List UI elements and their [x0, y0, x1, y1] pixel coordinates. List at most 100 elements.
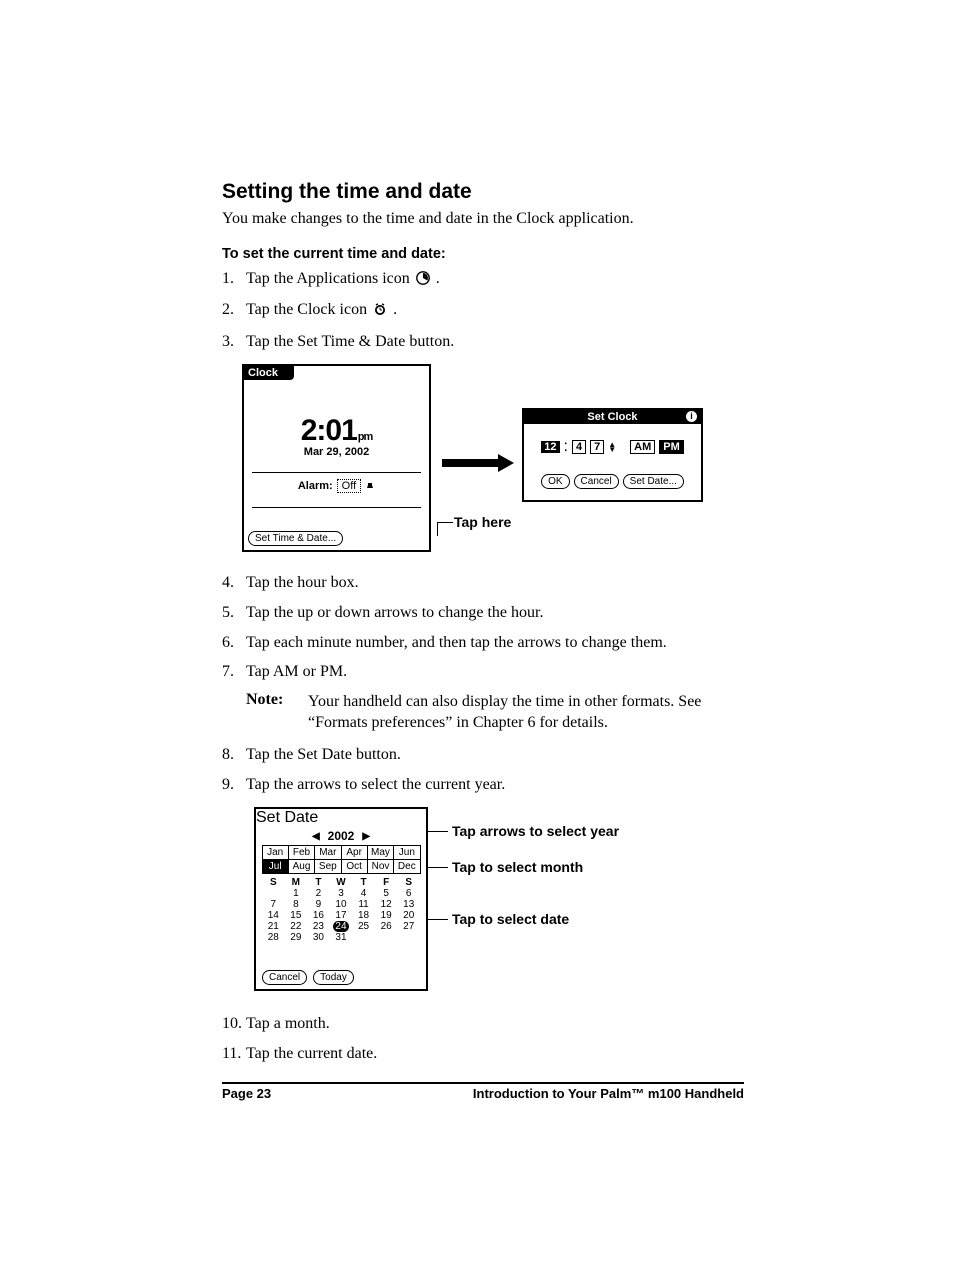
calendar-day[interactable]: 3	[330, 888, 353, 899]
today-button[interactable]: Today	[313, 970, 354, 985]
clock-time-display: 2:01pm	[244, 414, 429, 448]
month-cell[interactable]: Aug	[288, 859, 315, 874]
set-date-button[interactable]: Set Date...	[623, 474, 684, 489]
calendar-day[interactable]: 14	[262, 910, 285, 921]
calendar-day[interactable]: 1	[285, 888, 308, 899]
year-prev-icon[interactable]: ◀	[312, 831, 320, 842]
step-11: Tap the current date.	[222, 1043, 744, 1065]
am-box[interactable]: AM	[630, 440, 655, 454]
callout-line	[437, 522, 453, 523]
section-intro: You make changes to the time and date in…	[222, 208, 744, 230]
year-value: 2002	[328, 829, 355, 843]
time-colon: :	[564, 438, 568, 456]
spinner-down-icon[interactable]: ▼	[608, 447, 616, 452]
clock-titlebar: Clock	[244, 366, 294, 380]
set-date-titlebar: Set Date	[256, 809, 426, 827]
clock-date-display: Mar 29, 2002	[244, 446, 429, 458]
calendar-day[interactable]: 12	[375, 899, 398, 910]
applications-icon	[416, 270, 430, 292]
calendar-day[interactable]: 18	[352, 910, 375, 921]
cancel-button[interactable]: Cancel	[262, 970, 307, 985]
calendar-row: 78910111213	[262, 899, 420, 910]
dow-cell: M	[285, 877, 308, 888]
month-cell[interactable]: Apr	[341, 845, 368, 860]
step-2: Tap the Clock icon .	[222, 299, 744, 323]
alarm-bell-icon	[365, 481, 375, 491]
callout-month: Tap to select month	[452, 859, 583, 875]
calendar-day[interactable]: 27	[397, 921, 420, 932]
page-footer: Page 23 Introduction to Your Palm™ m100 …	[222, 1086, 744, 1101]
pm-box[interactable]: PM	[659, 440, 684, 454]
callout-date: Tap to select date	[452, 911, 569, 927]
set-date-buttons: Cancel Today	[262, 970, 354, 985]
time-spinner[interactable]: ▲▼	[608, 442, 616, 452]
calendar-day[interactable]: 30	[307, 932, 330, 943]
selected-day[interactable]: 24	[333, 921, 349, 932]
calendar-day[interactable]: 17	[330, 910, 353, 921]
year-selector: ◀ 2002 ▶	[256, 829, 426, 843]
month-cell[interactable]: Jul	[262, 859, 289, 874]
calendar-day[interactable]: 16	[307, 910, 330, 921]
alarm-value-box[interactable]: Off	[337, 479, 361, 493]
month-cell[interactable]: Dec	[393, 859, 420, 874]
calendar-day[interactable]: 4	[352, 888, 375, 899]
time-controls: 12 : 47 ▲▼ AM PM	[524, 438, 701, 456]
cancel-button[interactable]: Cancel	[574, 474, 619, 489]
info-icon[interactable]: i	[686, 411, 697, 422]
calendar-day[interactable]: 5	[375, 888, 398, 899]
alarm-row: Alarm: Off	[244, 479, 429, 493]
calendar-day[interactable]: 28	[262, 932, 285, 943]
minute-ones-box[interactable]: 7	[590, 440, 604, 454]
set-time-date-button[interactable]: Set Time & Date...	[248, 531, 343, 546]
dow-cell: T	[352, 877, 375, 888]
year-next-icon[interactable]: ▶	[362, 831, 370, 842]
calendar-day[interactable]: 7	[262, 899, 285, 910]
month-cell[interactable]: Sep	[314, 859, 341, 874]
month-cell[interactable]: Jun	[393, 845, 420, 860]
calendar-body: 1234567891011121314151617181920212223242…	[256, 888, 426, 943]
step-9: Tap the arrows to select the current yea…	[222, 774, 744, 796]
calendar-day[interactable]: 6	[397, 888, 420, 899]
calendar-row: 21222324252627	[262, 921, 420, 932]
dow-cell: F	[375, 877, 398, 888]
calendar-day[interactable]: 19	[375, 910, 398, 921]
callout-line	[426, 919, 448, 920]
step-7: Tap AM or PM.	[222, 661, 744, 683]
steps-list: Tap the hour box. Tap the up or down arr…	[222, 572, 744, 682]
month-cell[interactable]: May	[367, 845, 394, 860]
calendar-day	[352, 932, 375, 943]
calendar-day[interactable]: 22	[285, 921, 308, 932]
month-cell[interactable]: Feb	[288, 845, 315, 860]
calendar-day[interactable]: 24	[330, 921, 353, 932]
calendar-day[interactable]: 9	[307, 899, 330, 910]
minute-tens-box[interactable]: 4	[572, 440, 586, 454]
month-cell[interactable]: Jan	[262, 845, 289, 860]
dow-cell: S	[262, 877, 285, 888]
calendar-day[interactable]: 2	[307, 888, 330, 899]
hour-box[interactable]: 12	[541, 441, 559, 453]
month-cell[interactable]: Mar	[314, 845, 341, 860]
calendar-day[interactable]: 11	[352, 899, 375, 910]
divider	[252, 507, 421, 508]
calendar-day[interactable]: 13	[397, 899, 420, 910]
clock-app-screen: Clock 2:01pm Mar 29, 2002 Alarm: Off Set…	[242, 364, 431, 552]
step-text: Tap the Applications icon	[246, 270, 414, 287]
calendar-day[interactable]: 15	[285, 910, 308, 921]
ok-button[interactable]: OK	[541, 474, 569, 489]
step-4: Tap the hour box.	[222, 572, 744, 594]
calendar-day[interactable]: 25	[352, 921, 375, 932]
month-cell[interactable]: Oct	[341, 859, 368, 874]
arrow-icon	[442, 454, 514, 472]
calendar-day[interactable]: 31	[330, 932, 353, 943]
calendar-day[interactable]: 20	[397, 910, 420, 921]
month-cell[interactable]: Nov	[367, 859, 394, 874]
divider	[252, 472, 421, 473]
calendar-day[interactable]: 8	[285, 899, 308, 910]
calendar-day[interactable]: 29	[285, 932, 308, 943]
calendar-day[interactable]: 21	[262, 921, 285, 932]
calendar-day[interactable]: 26	[375, 921, 398, 932]
clock-icon	[373, 301, 387, 323]
day-of-week-header: SMTWTFS	[262, 877, 420, 888]
calendar-day[interactable]: 10	[330, 899, 353, 910]
calendar-day[interactable]: 23	[307, 921, 330, 932]
